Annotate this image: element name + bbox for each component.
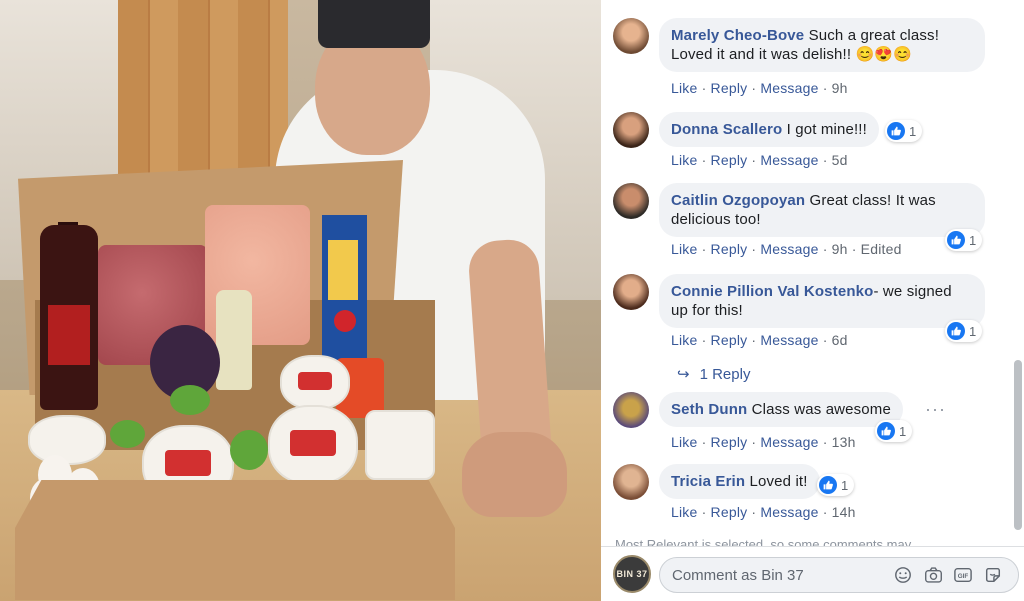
avatar[interactable] <box>613 183 649 219</box>
container <box>365 410 435 480</box>
comment-actions: Like · Reply · Message · 9h <box>671 80 848 96</box>
pasta-box-logo <box>334 310 356 332</box>
like-icon <box>877 422 895 440</box>
like-link[interactable]: Like <box>671 80 697 96</box>
like-icon <box>887 122 905 140</box>
comment-actions: Like · Reply · Message · 14h <box>671 504 856 520</box>
avatar[interactable] <box>613 392 649 428</box>
reaction-count-text: 1 <box>969 323 977 339</box>
timestamp[interactable]: 13h <box>832 434 856 450</box>
message-link[interactable]: Message <box>760 152 818 168</box>
pasta-box-stripe <box>328 240 358 300</box>
reaction-count[interactable]: 1 <box>885 120 923 142</box>
reply-link[interactable]: Reply <box>711 504 748 520</box>
message-link[interactable]: Message <box>760 80 818 96</box>
timestamp[interactable]: 9h <box>832 241 848 257</box>
comment-bubble: Donna Scallero I got mine!!! <box>659 112 879 147</box>
message-link[interactable]: Message <box>760 504 818 520</box>
message-link[interactable]: Message <box>760 332 818 348</box>
comment-actions: Like · Reply · Message · 9h · Edited <box>671 241 902 257</box>
reply-link[interactable]: Reply <box>711 332 748 348</box>
commenter-name[interactable]: Caitlin Ozgopoyan <box>671 192 805 209</box>
reaction-count[interactable]: 1 <box>945 320 983 342</box>
like-link[interactable]: Like <box>671 504 697 520</box>
reaction-count-text: 1 <box>969 232 977 248</box>
comment-text: Loved it! <box>749 473 808 490</box>
comment-actions: Like · Reply · Message · 5d <box>671 152 848 168</box>
avatar[interactable] <box>613 112 649 148</box>
comment-bubble: Connie Pillion Val Kostenko- we signed u… <box>659 274 985 328</box>
reaction-count-text: 1 <box>909 123 917 139</box>
sticker-icon[interactable] <box>980 562 1006 588</box>
like-link[interactable]: Like <box>671 332 697 348</box>
reaction-count[interactable]: 1 <box>945 229 983 251</box>
view-replies-link[interactable]: ↪ 1 Reply <box>677 365 750 383</box>
box-front-panel <box>15 480 455 600</box>
svg-text:GIF: GIF <box>958 573 969 580</box>
comment-bubble: Caitlin Ozgopoyan Great class! It was de… <box>659 183 985 237</box>
timestamp[interactable]: 14h <box>832 504 856 520</box>
comment-placeholder: Comment as Bin 37 <box>672 566 804 584</box>
reply-link[interactable]: Reply <box>711 241 748 257</box>
timestamp[interactable]: 5d <box>832 152 848 168</box>
basil <box>170 385 210 415</box>
edited-label[interactable]: Edited <box>861 241 902 257</box>
comment-composer: BIN 37 Comment as Bin 37 GIF <box>601 546 1024 601</box>
avatar[interactable] <box>613 464 649 500</box>
reaction-count-text: 1 <box>841 477 849 493</box>
like-icon <box>947 231 965 249</box>
like-link[interactable]: Like <box>671 241 697 257</box>
camera-icon[interactable] <box>920 562 946 588</box>
scrollbar[interactable] <box>1014 360 1022 530</box>
comment-actions: Like · Reply · Message · 6d <box>671 332 848 348</box>
like-icon <box>947 322 965 340</box>
timestamp[interactable]: 9h <box>832 80 848 96</box>
reaction-count[interactable]: 1 <box>875 420 913 442</box>
like-link[interactable]: Like <box>671 152 697 168</box>
emoji-icon[interactable] <box>890 562 916 588</box>
reaction-count-text: 1 <box>899 423 907 439</box>
reply-link[interactable]: Reply <box>711 152 748 168</box>
replies-count: 1 Reply <box>699 366 751 383</box>
ricotta-tub-label <box>290 430 336 456</box>
message-link[interactable]: Message <box>760 434 818 450</box>
reply-arrow-icon: ↪ <box>677 366 690 383</box>
oil-bottle <box>216 290 252 390</box>
mozzarella-tub-label <box>165 450 211 476</box>
basil-3 <box>110 420 145 448</box>
avatar[interactable] <box>613 274 649 310</box>
commenter-name[interactable]: Connie Pillion <box>671 283 773 300</box>
reply-link[interactable]: Reply <box>711 80 748 96</box>
commenter-name[interactable]: Seth Dunn <box>671 401 747 418</box>
comment-actions: Like · Reply · Message · 13h <box>671 434 856 450</box>
chef-hat <box>318 0 430 48</box>
commenter-name[interactable]: Tricia Erin <box>671 473 745 490</box>
comment-text: Class was awesome <box>751 401 891 418</box>
chef-hand <box>462 432 567 517</box>
mentioned-user[interactable]: Val Kostenko <box>777 283 873 300</box>
reaction-count[interactable]: 1 <box>817 474 855 496</box>
timestamp[interactable]: 6d <box>832 332 848 348</box>
comment-bubble: Tricia Erin Loved it! <box>659 464 820 499</box>
post-photo[interactable] <box>0 0 601 601</box>
wine-bottle-label <box>48 305 90 365</box>
more-options-icon[interactable]: ··· <box>925 399 946 420</box>
commenter-name[interactable]: Marely Cheo-Bove <box>671 27 804 44</box>
comments-panel: Marely Cheo-Bove Such a great class! Lov… <box>601 0 1024 601</box>
sauce-tub <box>28 415 106 465</box>
message-link[interactable]: Message <box>760 241 818 257</box>
basil-2 <box>230 430 268 470</box>
commenter-name[interactable]: Donna Scallero <box>671 121 782 138</box>
comment-bubble: Marely Cheo-Bove Such a great class! Lov… <box>659 18 985 72</box>
comment-bubble: Seth Dunn Class was awesome <box>659 392 903 427</box>
comment-text: I got mine!!! <box>786 121 867 138</box>
page-avatar[interactable]: BIN 37 <box>613 555 651 593</box>
like-link[interactable]: Like <box>671 434 697 450</box>
like-icon <box>819 476 837 494</box>
reply-link[interactable]: Reply <box>711 434 748 450</box>
gif-icon[interactable]: GIF <box>950 562 976 588</box>
comment-input[interactable]: Comment as Bin 37 GIF <box>659 557 1019 593</box>
avatar[interactable] <box>613 18 649 54</box>
cheese-tub-label <box>298 372 332 390</box>
